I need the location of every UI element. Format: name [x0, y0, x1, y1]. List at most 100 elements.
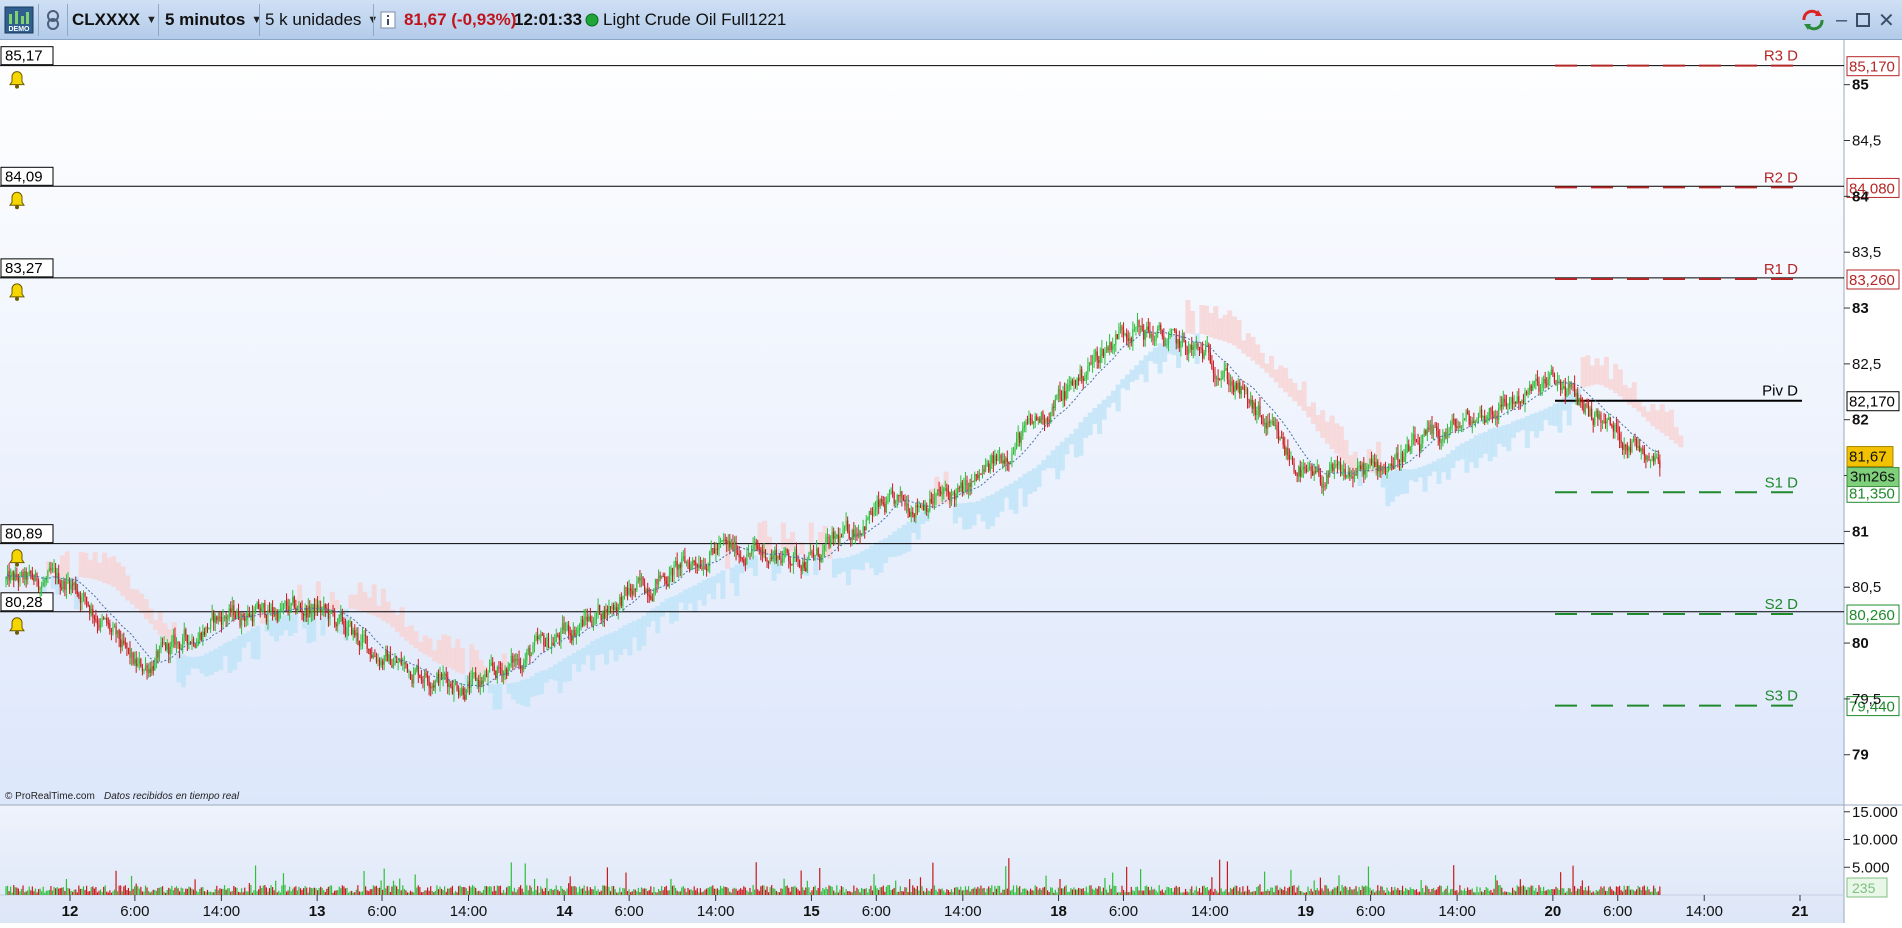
candle-body — [864, 526, 866, 531]
candle-body — [935, 494, 937, 498]
cloud-segment — [1217, 318, 1223, 341]
volume-bar — [905, 887, 908, 895]
candle-body — [1482, 416, 1484, 418]
candle — [368, 648, 370, 655]
volume-bar — [261, 888, 263, 895]
candle-body — [1135, 327, 1137, 330]
price-chart[interactable]: 85,1784,0983,2780,8980,28 R3 D85,170R2 D… — [0, 40, 1902, 923]
volume-bar — [1245, 891, 1247, 895]
candle — [1184, 339, 1187, 356]
volume-bar — [1429, 891, 1432, 895]
volume-bar — [433, 892, 435, 895]
volume-bar — [75, 889, 77, 895]
volume-bar — [1516, 885, 1518, 895]
volume-bar — [1307, 886, 1309, 895]
volume-bar — [1564, 892, 1566, 895]
candle — [910, 505, 912, 523]
candle-body — [447, 676, 449, 687]
volume-bar — [983, 887, 985, 895]
candle — [1259, 397, 1261, 418]
candle — [205, 626, 207, 638]
volume-bar — [520, 885, 522, 895]
candle-body — [1203, 352, 1205, 359]
candle — [1073, 376, 1075, 393]
candle-body — [1260, 415, 1263, 417]
cloud-segment — [487, 684, 493, 694]
cloud-segment — [176, 653, 182, 683]
candle-body — [1082, 378, 1084, 381]
cloud-segment — [208, 651, 214, 675]
candle — [631, 584, 633, 601]
volume-bar — [67, 888, 69, 895]
volume-bar — [786, 885, 788, 895]
volume-bar — [943, 890, 945, 895]
candle-body — [1505, 402, 1507, 406]
candle — [130, 648, 133, 666]
candle-body — [151, 666, 153, 674]
candle-body — [1206, 344, 1208, 346]
volume-bar — [735, 888, 737, 895]
candle-body — [755, 542, 757, 546]
instrument-selector[interactable]: CLXXXX ▼ — [72, 6, 157, 34]
candle — [84, 591, 86, 605]
candle-body — [555, 634, 557, 642]
volume-bar — [1378, 890, 1380, 895]
units-selector[interactable]: 5 k unidades ▼ — [265, 6, 378, 34]
cloud-segment — [1473, 435, 1479, 469]
volume-bar — [988, 886, 990, 895]
volume-bar — [1293, 885, 1295, 895]
candle-body — [1006, 458, 1008, 463]
candle-body — [1243, 389, 1246, 391]
candle-body — [92, 608, 94, 616]
candle — [1242, 380, 1244, 390]
candle-body — [1180, 341, 1182, 348]
maximize-icon[interactable] — [1856, 6, 1870, 34]
volume-bar — [1544, 890, 1546, 895]
candle-body — [1587, 406, 1590, 417]
volume-bar — [685, 892, 688, 895]
demo-icon[interactable]: DEMO — [4, 6, 34, 34]
link-icon[interactable] — [43, 6, 63, 34]
timeframe-selector[interactable]: 5 minutos ▼ — [165, 6, 262, 34]
cloud-segment — [1417, 467, 1423, 478]
sync-icon[interactable] — [1800, 6, 1826, 34]
chart-area[interactable]: 85,17 84,09 83,27 80,89 80,28 R3 D 85,170 R2 D… — [0, 40, 1902, 923]
volume-bar — [1296, 887, 1298, 895]
volume-bar — [1498, 885, 1500, 895]
volume-bar — [155, 890, 157, 895]
info-icon[interactable] — [380, 6, 396, 34]
volume-bar — [199, 888, 201, 895]
close-icon[interactable]: ✕ — [1878, 6, 1895, 34]
volume-bar — [295, 886, 297, 895]
volume-bar — [341, 885, 343, 895]
candle-body — [504, 669, 506, 675]
volume-bar — [1011, 889, 1013, 895]
candle — [662, 572, 664, 578]
volume-bar — [1339, 891, 1342, 895]
candle — [684, 547, 686, 564]
candle — [1051, 403, 1053, 417]
candle — [96, 615, 99, 634]
candle — [1121, 324, 1123, 338]
x-tick-label: 14:00 — [697, 903, 735, 920]
volume-bar — [361, 891, 364, 895]
candle-body — [878, 500, 880, 507]
volume-bar — [287, 890, 289, 895]
volume-bar — [774, 888, 776, 895]
minimize-icon[interactable]: – — [1836, 6, 1847, 34]
volume-bar — [1115, 885, 1117, 895]
volume-bar — [334, 890, 336, 895]
candle-body — [1412, 434, 1414, 440]
volume-bar — [1039, 888, 1041, 895]
candle-body — [761, 552, 763, 556]
candle-body — [161, 642, 164, 644]
candle-body — [648, 595, 650, 597]
candle — [1443, 431, 1445, 444]
candle-body — [772, 555, 774, 559]
x-tick-label: 14:00 — [1685, 903, 1723, 920]
volume-bar — [1631, 889, 1633, 895]
candle — [1161, 329, 1163, 340]
candle-body — [535, 635, 537, 641]
candle — [161, 637, 164, 648]
volume-bar — [1191, 886, 1193, 895]
